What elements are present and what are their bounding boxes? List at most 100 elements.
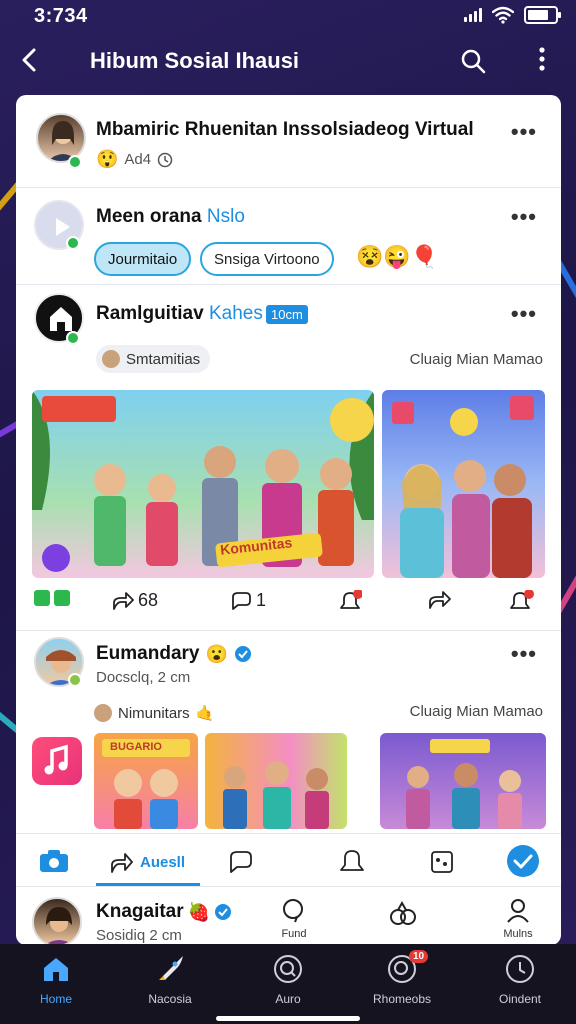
bell-icon[interactable] <box>338 848 366 874</box>
post-author-accent: Nslo <box>206 206 245 227</box>
post-author-name: Ramlguitiav <box>96 303 204 324</box>
community-pill-button[interactable]: Jourmitaio <box>94 242 192 276</box>
post-options-icon[interactable]: ••• <box>511 641 537 667</box>
notify-button[interactable] <box>338 590 362 612</box>
party-photo-illustration <box>406 739 522 829</box>
bottom-tab-bar: Home Nacosia Auro 10 Rhomeobs Oindent <box>0 944 576 1024</box>
post-author[interactable]: Meen orana Nslo <box>96 206 245 228</box>
post-photo-party[interactable] <box>380 733 546 829</box>
tab-nacosia-label: Nacosia <box>148 992 192 1006</box>
reaction-icons[interactable] <box>34 590 70 606</box>
home-indicator[interactable] <box>216 1016 360 1021</box>
post-author-name: Knagaitar <box>96 901 184 922</box>
emoji-icon: 🤙 <box>195 705 215 722</box>
search-icon <box>283 899 303 923</box>
more-options-icon[interactable] <box>538 46 546 79</box>
comment-button[interactable]: 1 <box>230 590 266 611</box>
post-options-icon[interactable]: ••• <box>511 119 537 145</box>
clock-circle-icon <box>506 955 534 983</box>
action-strip: Auesll <box>16 834 561 886</box>
tab-auro[interactable]: Auro <box>238 952 338 1006</box>
battery-icon <box>524 6 561 24</box>
home-icon <box>44 958 68 981</box>
feed-item: Eumandary 😮 Docsclq, 2 cm ••• Nimunitars… <box>16 631 561 833</box>
share-count: 68 <box>138 590 159 610</box>
friends-nav-item[interactable]: Mulns <box>496 897 540 940</box>
share-button[interactable]: 68 <box>112 590 158 611</box>
post-options-icon[interactable]: ••• <box>511 301 537 327</box>
post-author-name: Eumandary <box>96 643 200 664</box>
post-meta: 😲 Ad4 <box>96 149 173 170</box>
friends-icon[interactable] <box>388 901 418 927</box>
comment-count: 1 <box>256 590 267 610</box>
find-nav-item[interactable]: Fund <box>274 897 314 940</box>
app-logo-tile[interactable] <box>32 737 82 785</box>
comment-bubble-icon[interactable] <box>228 850 254 874</box>
chip-avatar <box>94 704 112 722</box>
group-photo-illustration <box>223 761 329 829</box>
time-badge: 10cm <box>266 305 308 324</box>
gallery-icon[interactable] <box>430 850 454 874</box>
post-author[interactable]: Eumandary 😮 <box>96 643 252 665</box>
online-indicator <box>66 331 80 345</box>
post-author[interactable]: Mbamiric Rhuenitan Inssolsiadeog Virtual <box>96 119 474 141</box>
search-icon[interactable] <box>460 48 486 74</box>
post-meta-text: Ad4 <box>124 151 152 168</box>
tab-auro-label: Auro <box>275 992 301 1006</box>
post-author[interactable]: Knagaitar 🍓 <box>96 901 232 923</box>
user-icon <box>507 899 529 923</box>
online-indicator <box>68 155 82 169</box>
share-tab-button[interactable]: Auesll <box>96 842 200 886</box>
comic-label: BUGARIO <box>110 741 162 753</box>
post-photo-group[interactable] <box>205 733 347 829</box>
share-arrow-icon <box>111 852 133 873</box>
friends-nav-label: Mulns <box>503 928 533 940</box>
feed-item: Ramlguitiav Kahes 10cm ••• Smtamitias Cl… <box>16 285 561 635</box>
post-author-accent: Kahes <box>208 303 263 324</box>
tab-rhomeobs[interactable]: 10 Rhomeobs <box>352 950 452 1006</box>
bell-icon <box>340 590 362 609</box>
feed-item[interactable]: Meen orana Nslo ••• Jourmitaio Snsiga Vi… <box>16 188 561 284</box>
status-time: 3:734 <box>34 5 88 27</box>
forward-button[interactable] <box>428 590 452 610</box>
feed-card: Mbamiric Rhuenitan Inssolsiadeog Virtual… <box>16 95 561 945</box>
post-options-icon[interactable]: ••• <box>511 204 537 230</box>
find-nav-label: Fund <box>281 928 307 940</box>
chip-label: Nimunitars <box>118 704 190 722</box>
tab-nacosia[interactable]: Nacosia <box>120 952 220 1006</box>
post-photo-comic[interactable]: BUGARIO <box>94 733 198 829</box>
share-tab-label: Auesll <box>140 854 186 871</box>
tab-oindent[interactable]: Oindent <box>470 952 570 1006</box>
verified-badge-icon <box>215 904 232 920</box>
verified-badge-icon <box>234 646 251 662</box>
page-title: Hibum Sosial Ihausi <box>90 48 300 73</box>
community-chip[interactable]: Nimunitars 🤙 <box>94 699 224 727</box>
post-location: Cluaig Mian Mamao <box>409 351 543 368</box>
tab-home[interactable]: Home <box>6 952 106 1006</box>
post-author[interactable]: Ramlguitiav Kahes <box>96 303 263 325</box>
emoji-icon: 🍓 <box>187 901 211 922</box>
avatar[interactable] <box>32 897 82 945</box>
tab-home-label: Home <box>39 992 72 1006</box>
clock-icon <box>157 152 173 167</box>
bell-badge-icon <box>510 590 534 609</box>
notification-badge: 10 <box>409 950 429 963</box>
alerts-button[interactable] <box>508 590 534 612</box>
community-chip[interactable]: Smtamitias <box>96 345 211 373</box>
back-arrow-icon[interactable] <box>20 46 38 79</box>
post-photo-main[interactable]: Komunitas <box>32 390 374 578</box>
post-location: Cluaig Mian Mamao <box>409 703 543 720</box>
post-photo-secondary[interactable] <box>382 390 545 578</box>
tab-rhomeobs-label: Rhomeobs <box>372 992 432 1006</box>
virtual-pill-button[interactable]: Snsiga Virtoono <box>200 242 334 276</box>
search-circle-icon <box>274 955 302 983</box>
app-header: Hibum Sosial Ihausi <box>0 38 576 86</box>
online-indicator <box>66 236 80 250</box>
emoji-icon: 😮 <box>205 643 228 664</box>
feed-item[interactable]: Mbamiric Rhuenitan Inssolsiadeog Virtual… <box>16 95 561 187</box>
check-circle-icon[interactable] <box>506 844 540 878</box>
tab-oindent-label: Oindent <box>498 992 542 1006</box>
camera-icon[interactable] <box>38 848 70 874</box>
people-illustration <box>32 390 374 572</box>
feed-item: Knagaitar 🍓 Sosidiq 2 cm Fund Mulns <box>16 887 561 945</box>
